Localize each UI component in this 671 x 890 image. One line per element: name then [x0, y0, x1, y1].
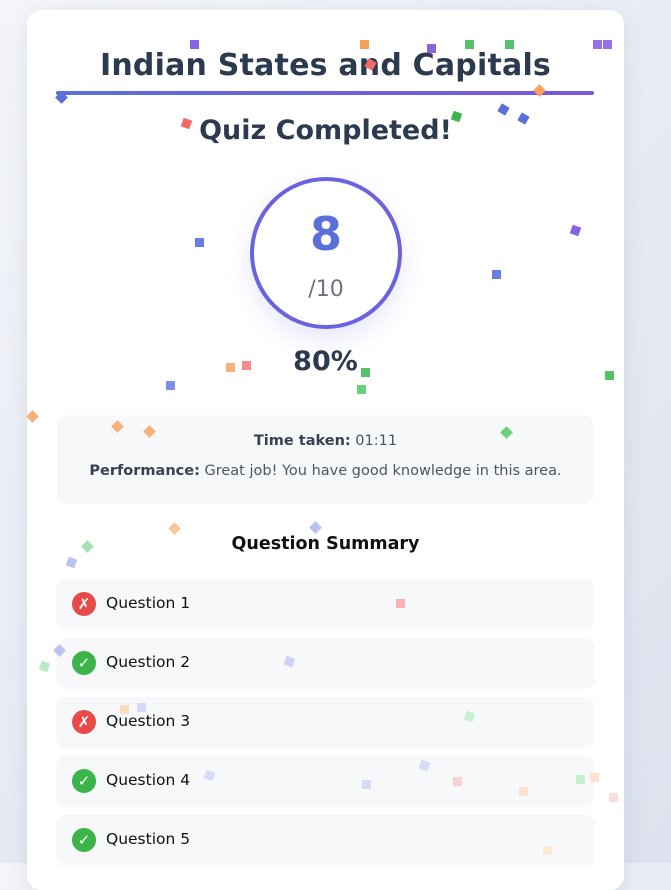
question-label: Question 4	[106, 771, 191, 789]
score-value: 8	[309, 207, 342, 261]
time-taken-label: Time taken:	[253, 433, 351, 449]
question-summary-item[interactable]: ✓ Question 4	[57, 756, 594, 806]
question-label: Question 1	[106, 594, 191, 612]
performance-value: Great job! You have good knowledge in th…	[204, 463, 562, 479]
question-summary-title: Question Summary	[231, 534, 420, 554]
question-label: Question 5	[106, 830, 191, 848]
performance-label: Performance:	[89, 463, 200, 479]
cross-icon: ✗	[72, 710, 96, 734]
score-circle: 8 /10	[250, 177, 402, 329]
question-summary-item[interactable]: ✓ Question 2	[57, 638, 594, 688]
results-card: Indian States and Capitals Quiz Complete…	[27, 10, 624, 890]
question-summary-item[interactable]: ✓ Question 5	[57, 815, 594, 865]
cross-icon: ✗	[72, 592, 96, 616]
title-underline	[56, 91, 594, 95]
time-taken-value: 01:11	[355, 433, 398, 449]
score-percent: 80%	[293, 346, 358, 377]
completion-heading: Quiz Completed!	[199, 115, 452, 146]
question-label: Question 2	[106, 653, 191, 671]
question-label: Question 3	[106, 712, 191, 730]
time-taken-row: Time taken: 01:11	[57, 433, 594, 449]
score-total: /10	[308, 277, 344, 302]
performance-row: Performance: Great job! You have good kn…	[57, 463, 594, 479]
check-icon: ✓	[72, 769, 96, 793]
check-icon: ✓	[72, 651, 96, 675]
stats-panel: Time taken: 01:11 Performance: Great job…	[57, 415, 594, 504]
question-summary-list: ✗ Question 1 ✓ Question 2 ✗ Question 3 ✓…	[57, 579, 594, 874]
quiz-title: Indian States and Capitals	[100, 48, 551, 83]
question-summary-item[interactable]: ✗ Question 1	[57, 579, 594, 629]
check-icon: ✓	[72, 828, 96, 852]
question-summary-item[interactable]: ✗ Question 3	[57, 697, 594, 747]
